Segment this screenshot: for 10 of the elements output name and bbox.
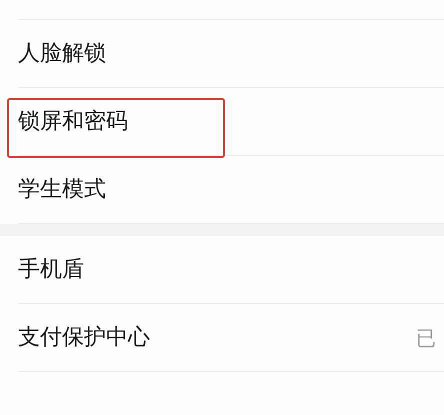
settings-row[interactable]: 人脸解锁 [18,20,444,88]
setting-label[interactable]: 学生模式 [18,173,106,206]
setting-label[interactable]: 支付保护中心 [18,321,150,354]
setting-label[interactable]: 人脸解锁 [18,37,106,70]
settings-row[interactable]: 支付保护中心 已 [18,304,444,372]
setting-label[interactable]: 锁屏和密码 [18,105,128,138]
setting-value: 已 [416,324,436,352]
settings-row[interactable]: 锁屏和密码 [18,88,444,156]
setting-label[interactable]: 手机盾 [18,253,84,286]
settings-row[interactable]: 手机盾 [18,236,444,304]
